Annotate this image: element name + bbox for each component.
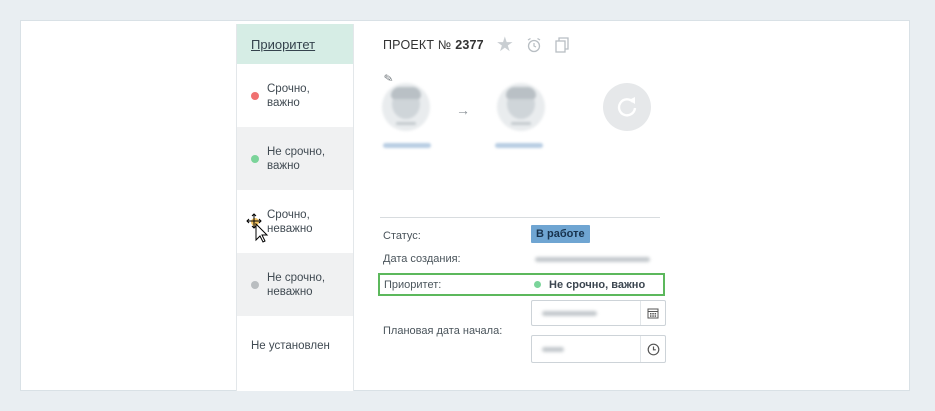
priority-item-urgent-important[interactable]: Срочно, важно (237, 64, 353, 127)
priority-drop-target[interactable]: Приоритет: Не срочно, важно (378, 273, 665, 296)
priority-item-label: неважно (267, 222, 313, 235)
avatar-to (497, 83, 545, 131)
pencil-icon[interactable]: ✎ (383, 71, 394, 85)
priority-value: Не срочно, важно (534, 279, 645, 291)
priority-column-title[interactable]: Приоритет (251, 37, 315, 52)
planned-start-date-input[interactable] (531, 300, 666, 326)
move-cursor-icon (246, 213, 269, 243)
refresh-icon (617, 97, 637, 117)
priority-item-not-urgent-unimportant[interactable]: Не срочно, неважно (237, 253, 353, 316)
details-divider (380, 217, 660, 218)
status-label: Статус: (383, 230, 421, 242)
project-title: ПРОЕКТ № 2377 (383, 38, 484, 52)
status-badge: В работе (531, 225, 590, 243)
priority-item-not-urgent-important[interactable]: Не срочно, важно (237, 127, 353, 190)
priority-item-label: Срочно, (267, 82, 310, 95)
calendar-button[interactable] (640, 301, 665, 325)
planned-start-time-input[interactable] (531, 335, 666, 363)
clock-icon (647, 343, 659, 355)
gray-dot-icon (251, 280, 259, 289)
red-dot-icon (251, 91, 259, 100)
priority-item-label: важно (267, 96, 300, 109)
project-title-row: ПРОЕКТ № 2377 ★ (383, 35, 570, 55)
created-date-value-blurred (535, 257, 650, 262)
priority-item-not-set[interactable]: Не установлен (237, 316, 353, 376)
priority-item-label: неважно (267, 285, 313, 298)
priority-item-label: Срочно, (267, 208, 310, 221)
user-name-blurred (383, 143, 431, 148)
priority-item-label: важно (267, 159, 300, 172)
green-dot-icon (534, 281, 541, 288)
planned-start-label: Плановая дата начала: (383, 325, 503, 337)
arrow-right-icon: → (456, 102, 470, 118)
priority-column: Приоритет Срочно, важно Не срочно, важно… (236, 24, 354, 391)
green-dot-icon (251, 154, 259, 163)
priority-item-label: Не срочно, (267, 145, 326, 158)
alarm-clock-icon[interactable] (526, 37, 542, 53)
star-icon[interactable]: ★ (496, 35, 514, 55)
calendar-icon (647, 308, 659, 319)
refresh-button[interactable] (603, 83, 651, 131)
priority-item-label: Не срочно, (267, 271, 326, 284)
user-name-blurred (495, 143, 543, 148)
copy-icon[interactable] (554, 37, 570, 53)
project-number: 2377 (455, 38, 484, 52)
created-date-label: Дата создания: (383, 253, 461, 265)
avatar-from (382, 83, 430, 131)
priority-column-header[interactable]: Приоритет (237, 24, 353, 64)
clock-button[interactable] (640, 336, 665, 362)
priority-label: Приоритет: (384, 278, 442, 291)
